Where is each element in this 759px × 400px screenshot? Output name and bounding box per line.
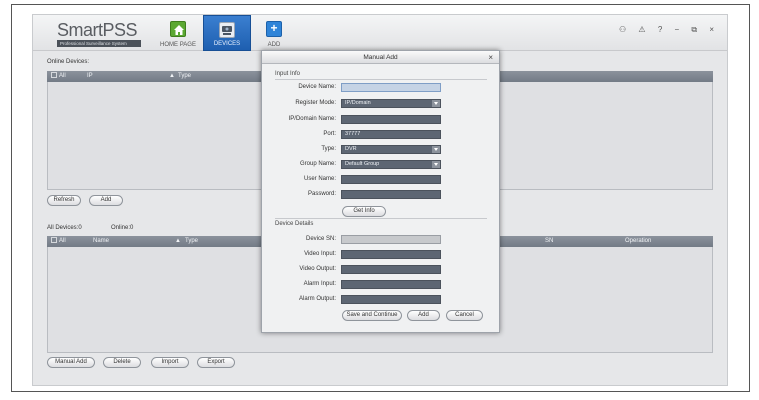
alarm-output-label: Alarm Output: <box>298 296 336 302</box>
logo-name: SmartPSS <box>57 20 138 40</box>
dialog-add-button[interactable]: Add <box>407 310 440 321</box>
col-sn[interactable]: SN <box>545 236 553 247</box>
col-ip[interactable]: IP <box>87 71 93 82</box>
home-icon <box>170 21 186 37</box>
video-output-label: Video Output: <box>299 266 336 272</box>
manual-add-button[interactable]: Manual Add <box>47 357 95 368</box>
port-field[interactable]: 37777 <box>341 130 441 139</box>
plus-icon: + <box>266 21 282 37</box>
chevron-down-icon <box>432 100 440 107</box>
checkbox-icon <box>51 237 57 243</box>
save-and-continue-button[interactable]: Save and Continue <box>342 310 402 321</box>
password-field[interactable] <box>341 190 441 199</box>
all-select-all[interactable]: All <box>51 236 66 247</box>
sort-up-icon: ▲ <box>175 238 181 244</box>
checkbox-icon <box>51 72 57 78</box>
window-controls[interactable]: ⚇ ⚠ ? − ⧉ × <box>619 25 719 35</box>
group-name-select[interactable]: Default Group <box>341 160 441 169</box>
alarm-output-field[interactable] <box>341 295 441 304</box>
refresh-button[interactable]: Refresh <box>47 195 81 206</box>
top-header: SmartPSS Professional Surveillance Syste… <box>33 15 727 51</box>
chevron-down-icon <box>432 146 440 153</box>
device-name-field[interactable] <box>341 83 441 92</box>
logo-tagline: Professional Surveillance System <box>57 40 141 47</box>
col-type[interactable]: Type <box>185 236 198 247</box>
col-type[interactable]: Type <box>178 71 191 82</box>
group-name-label: Group Name: <box>299 161 336 167</box>
cancel-button[interactable]: Cancel <box>446 310 483 321</box>
get-info-button[interactable]: Get Info <box>342 206 386 217</box>
sort-up-icon: ▲ <box>169 73 175 79</box>
tab-add[interactable]: + ADD <box>259 15 289 51</box>
add-button[interactable]: Add <box>89 195 123 206</box>
tab-home-label: HOME PAGE <box>160 42 196 48</box>
dialog-title: Manual Add <box>262 51 499 64</box>
user-name-field[interactable] <box>341 175 441 184</box>
device-icon <box>219 22 235 38</box>
tab-devices[interactable]: DEVICES <box>203 15 251 51</box>
alarm-input-label: Alarm Input: <box>303 281 336 287</box>
divider <box>275 79 487 80</box>
device-name-label: Device Name: <box>298 84 336 90</box>
port-label: Port: <box>323 131 336 137</box>
password-label: Password: <box>307 191 336 197</box>
manual-add-dialog: Manual Add × Input Info Device Name: Reg… <box>261 50 500 333</box>
online-count: Online:0 <box>111 225 134 231</box>
delete-button[interactable]: Delete <box>103 357 141 368</box>
user-name-label: User Name: <box>303 176 336 182</box>
device-sn-field <box>341 235 441 244</box>
ip-domain-label: IP/Domain Name: <box>288 116 336 122</box>
divider <box>275 218 487 219</box>
close-icon[interactable]: × <box>488 51 493 64</box>
type-value: DVR <box>345 146 357 152</box>
online-devices-label: Online Devices: <box>47 59 90 65</box>
device-sn-label: Device SN: <box>305 236 336 242</box>
tab-home-page[interactable]: HOME PAGE <box>153 15 203 51</box>
col-name[interactable]: Name <box>93 236 109 247</box>
chevron-down-icon <box>432 161 440 168</box>
tab-devices-label: DEVICES <box>213 41 241 47</box>
register-mode-label: Register Mode: <box>295 100 336 106</box>
all-devices-count: All Devices:0 <box>47 225 82 231</box>
video-input-field[interactable] <box>341 250 441 259</box>
alarm-input-field[interactable] <box>341 280 441 289</box>
register-mode-select[interactable]: IP/Domain <box>341 99 441 108</box>
ip-domain-field[interactable] <box>341 115 441 124</box>
online-select-all[interactable]: All <box>51 71 66 82</box>
app-logo: SmartPSS Professional Surveillance Syste… <box>57 21 153 47</box>
export-button[interactable]: Export <box>197 357 235 368</box>
video-output-field[interactable] <box>341 265 441 274</box>
device-details-section: Device Details <box>275 221 314 227</box>
type-label: Type: <box>321 146 336 152</box>
type-select[interactable]: DVR <box>341 145 441 154</box>
video-input-label: Video Input: <box>304 251 336 257</box>
register-mode-value: IP/Domain <box>345 100 371 106</box>
group-name-value: Default Group <box>345 161 380 167</box>
import-button[interactable]: Import <box>151 357 189 368</box>
tab-add-label: ADD <box>267 42 281 48</box>
input-info-section: Input Info <box>275 71 301 77</box>
col-operation[interactable]: Operation <box>625 236 651 247</box>
